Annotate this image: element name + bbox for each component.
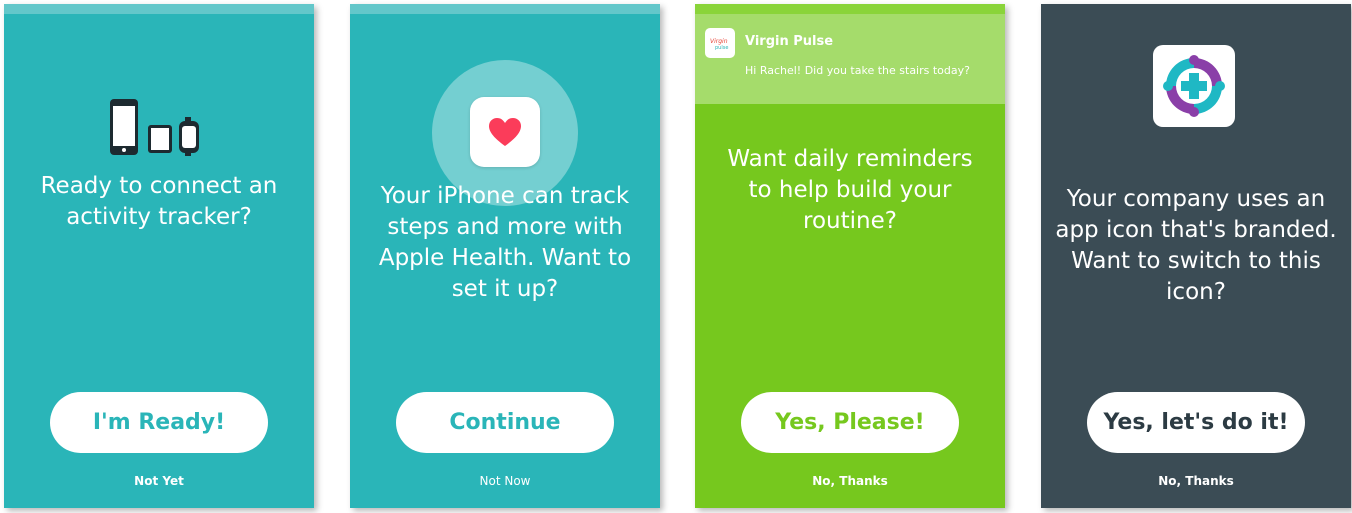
status-strip — [350, 4, 660, 14]
prompt-text: Want daily reminders to help build your … — [727, 146, 973, 234]
devices-icon — [110, 99, 199, 156]
apple-health-heart-icon — [470, 97, 540, 167]
connect-tracker-screen: Ready to connect an activity tracker? I'… — [4, 4, 314, 508]
push-notification-preview: Virgin pulse Virgin Pulse Hi Rachel! Did… — [695, 14, 1005, 104]
daily-reminders-screen: Virgin pulse Virgin Pulse Hi Rachel! Did… — [695, 4, 1005, 508]
branded-icon-screen: Your company uses an app icon that's bra… — [1041, 4, 1351, 508]
yes-lets-do-it-button[interactable]: Yes, let's do it! — [1087, 392, 1305, 453]
notification-message: Hi Rachel! Did you take the stairs today… — [745, 64, 970, 77]
prompt-text: Your iPhone can track steps and more wit… — [378, 183, 632, 302]
not-yet-link[interactable]: Not Yet — [4, 474, 314, 488]
no-thanks-link[interactable]: No, Thanks — [695, 474, 1005, 488]
svg-text:Virgin: Virgin — [710, 38, 728, 45]
status-strip — [695, 4, 1005, 14]
virgin-pulse-app-icon: Virgin pulse — [705, 28, 735, 58]
im-ready-button[interactable]: I'm Ready! — [50, 392, 268, 453]
no-thanks-link[interactable]: No, Thanks — [1041, 474, 1351, 488]
branded-company-app-icon — [1153, 45, 1235, 127]
yes-please-button[interactable]: Yes, Please! — [741, 392, 959, 453]
notification-title: Virgin Pulse — [745, 34, 834, 49]
apple-health-screen: Your iPhone can track steps and more wit… — [350, 4, 660, 508]
not-now-link[interactable]: Not Now — [350, 474, 660, 488]
continue-button[interactable]: Continue — [396, 392, 614, 453]
prompt-text: Your company uses an app icon that's bra… — [1055, 186, 1337, 305]
prompt-text: Ready to connect an activity tracker? — [40, 173, 278, 230]
status-strip — [4, 4, 314, 14]
svg-text:pulse: pulse — [715, 45, 728, 50]
onboarding-screens: Ready to connect an activity tracker? I'… — [0, 0, 1352, 513]
